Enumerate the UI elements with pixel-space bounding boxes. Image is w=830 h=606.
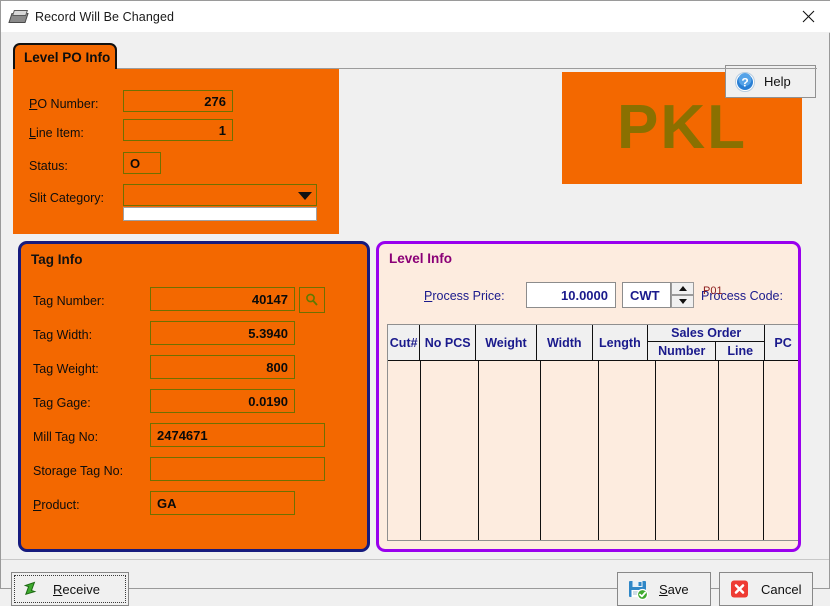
tag-info-title: Tag Info	[31, 252, 83, 267]
grid-header-so-number[interactable]: Number	[648, 342, 717, 360]
save-button-label: Save	[659, 581, 689, 597]
grid-column-so-number[interactable]	[655, 361, 719, 540]
grid-column-pc[interactable]	[764, 361, 798, 540]
grid-header-cut[interactable]: Cut#	[388, 325, 421, 360]
status-field[interactable]: O	[123, 152, 161, 174]
tab-label: Level PO Info	[24, 49, 111, 65]
grid-header-no-pcs[interactable]: No PCS	[420, 325, 476, 360]
chevron-down-icon	[298, 192, 312, 200]
po-info-panel: PO Number: 276 Line Item: 1 Status: O Sl…	[13, 68, 339, 234]
grid-column-cut[interactable]	[388, 361, 422, 540]
grid-header-width[interactable]: Width	[536, 325, 593, 360]
grid-header-weight[interactable]: Weight	[475, 325, 537, 360]
grid-column-width[interactable]	[541, 361, 599, 540]
grid-header-length[interactable]: Length	[592, 325, 649, 360]
grid-header-sales-order-label: Sales Order	[648, 325, 765, 342]
level-detail-grid[interactable]: Cut# No PCS Weight Width Length Sales Or…	[387, 324, 798, 541]
grid-column-no-pcs[interactable]	[421, 361, 479, 540]
spinner-up-icon[interactable]	[671, 282, 694, 295]
product-label: Product:	[33, 498, 80, 512]
slit-category-label: Slit Category:	[29, 191, 105, 205]
product-field[interactable]: GA	[150, 491, 295, 515]
tag-gage-field[interactable]: 0.0190	[150, 389, 295, 413]
uom-spinner[interactable]	[670, 282, 694, 308]
tabstrip-divider	[117, 68, 817, 69]
grid-column-so-line[interactable]	[718, 361, 765, 540]
receive-button-label: Receive	[53, 581, 100, 597]
cancel-button[interactable]: Cancel	[719, 572, 813, 606]
process-price-label: Process Price:	[424, 289, 505, 303]
svg-text:?: ?	[741, 75, 748, 89]
help-label: Help	[764, 74, 791, 89]
save-button[interactable]: Save	[617, 572, 711, 606]
grid-header-sales-order[interactable]: Sales Order Number Line	[648, 325, 766, 360]
process-price-field[interactable]: 10.0000	[526, 282, 616, 308]
storage-tag-no-label: Storage Tag No:	[33, 464, 124, 478]
client-area: Level PO Info PO Number: 276 Line Item: …	[1, 32, 829, 606]
uom-value: CWT	[630, 287, 660, 303]
tag-width-label: Tag Width:	[33, 328, 93, 342]
logo-text: PKL	[617, 93, 747, 162]
mill-tag-no-label: Mill Tag No:	[33, 430, 99, 444]
tag-info-panel: Tag Info Tag Number: 40147 Tag Width: 5.…	[18, 241, 370, 552]
grid-header-pc[interactable]: PC	[765, 325, 798, 360]
floppy-disk-check-icon	[627, 578, 649, 600]
dialog-window: Record Will Be Changed Level PO Info PO …	[0, 0, 830, 606]
storage-tag-no-field[interactable]	[150, 457, 325, 481]
grid-column-length[interactable]	[598, 361, 656, 540]
grid-header-so-line[interactable]: Line	[716, 342, 764, 360]
tab-level-po-info[interactable]: Level PO Info	[13, 43, 117, 69]
record-change-icon	[8, 9, 29, 24]
title-bar: Record Will Be Changed	[1, 1, 830, 33]
level-info-title: Level Info	[389, 251, 453, 266]
receive-button[interactable]: Receive	[11, 572, 129, 606]
bottom-divider	[1, 559, 829, 560]
question-mark-icon: ?	[734, 71, 756, 93]
window-title: Record Will Be Changed	[35, 9, 175, 24]
slit-category-combobox[interactable]	[123, 184, 317, 206]
mill-tag-no-field[interactable]: 2474671	[150, 423, 325, 447]
help-button[interactable]: ? Help	[725, 65, 816, 98]
level-info-panel: Level Info Process Price: 10.0000 CWT Pr…	[376, 241, 801, 552]
po-number-label: PO Number:	[29, 97, 99, 111]
po-number-field[interactable]: 276	[123, 90, 233, 112]
magnifier-icon[interactable]	[299, 287, 325, 313]
tag-weight-label: Tag Weight:	[33, 362, 99, 376]
green-arrow-icon	[21, 578, 43, 600]
grid-column-weight[interactable]	[478, 361, 542, 540]
line-item-label: Line Item:	[29, 126, 84, 140]
red-x-icon	[729, 578, 751, 600]
spinner-down-icon[interactable]	[671, 295, 694, 308]
status-label: Status:	[29, 159, 68, 173]
process-code-overlap-text: P01	[703, 285, 723, 297]
close-icon[interactable]	[785, 1, 830, 31]
grid-header-row: Cut# No PCS Weight Width Length Sales Or…	[388, 325, 798, 361]
slit-category-dropdown-shadow	[123, 207, 317, 221]
grid-body[interactable]	[388, 361, 798, 540]
tag-width-field[interactable]: 5.3940	[150, 321, 295, 345]
tag-weight-field[interactable]: 800	[150, 355, 295, 379]
cancel-button-label: Cancel	[761, 581, 802, 597]
tag-number-label: Tag Number:	[33, 294, 105, 308]
line-item-field[interactable]: 1	[123, 119, 233, 141]
tag-gage-label: Tag Gage:	[33, 396, 91, 410]
tag-number-field[interactable]: 40147	[150, 287, 295, 311]
